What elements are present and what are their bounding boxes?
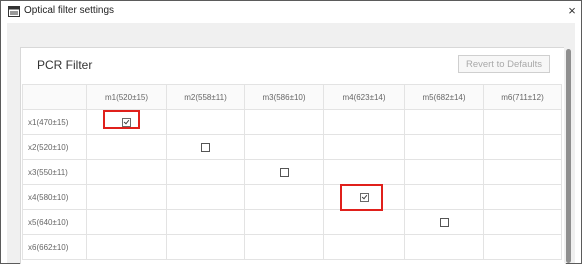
table-row: x5(640±10) bbox=[22, 209, 562, 235]
grid-cell bbox=[166, 109, 245, 135]
grid-cell bbox=[86, 134, 167, 160]
corner-cell bbox=[22, 84, 87, 110]
checked-checkbox[interactable] bbox=[122, 117, 131, 127]
table-row: x3(550±11) bbox=[22, 159, 562, 185]
grid-cell bbox=[404, 159, 484, 185]
column-header-m1: m1(520±15) bbox=[86, 84, 167, 110]
grid-cell bbox=[483, 234, 562, 260]
grid-cell[interactable] bbox=[404, 209, 484, 235]
grid-cell bbox=[86, 234, 167, 260]
grid-cell bbox=[483, 184, 562, 210]
title-bar: Optical filter settings × bbox=[1, 1, 581, 23]
column-header-m2: m2(558±11) bbox=[166, 84, 245, 110]
checkbox[interactable] bbox=[439, 217, 449, 227]
grid-cell bbox=[86, 209, 167, 235]
revert-to-defaults-button[interactable]: Revert to Defaults bbox=[458, 55, 550, 73]
grid-cell bbox=[323, 109, 405, 135]
grid-cell bbox=[404, 109, 484, 135]
grid-cell bbox=[323, 134, 405, 160]
table-row: x6(662±10) bbox=[22, 234, 562, 260]
table-row: x4(580±10) bbox=[22, 184, 562, 210]
grid-cell[interactable] bbox=[86, 109, 167, 135]
row-header: x1(470±15) bbox=[22, 109, 87, 135]
row-header: x3(550±11) bbox=[22, 159, 87, 185]
grid-cell bbox=[244, 134, 324, 160]
grid-cell bbox=[166, 209, 245, 235]
grid-cell bbox=[166, 159, 245, 185]
checkbox[interactable] bbox=[201, 142, 210, 152]
column-header-m5: m5(682±14) bbox=[404, 84, 484, 110]
grid-cell bbox=[404, 184, 484, 210]
grid-cell bbox=[323, 234, 405, 260]
column-header-m4: m4(623±14) bbox=[323, 84, 405, 110]
checkbox[interactable] bbox=[279, 167, 289, 177]
grid-cell bbox=[323, 209, 405, 235]
grid-cell bbox=[483, 159, 562, 185]
checked-checkbox[interactable] bbox=[359, 192, 369, 202]
grid-cell bbox=[483, 209, 562, 235]
window-app-icon bbox=[8, 6, 20, 17]
column-header-m6: m6(711±12) bbox=[483, 84, 562, 110]
grid-cell bbox=[244, 209, 324, 235]
dialog-content: PCR Filter Revert to Defaults m1(520±15)… bbox=[7, 23, 575, 264]
table-row: x2(520±10) bbox=[22, 134, 562, 160]
optical-filter-settings-window: Optical filter settings × PCR Filter Rev… bbox=[0, 0, 582, 264]
table-row: x1(470±15) bbox=[22, 109, 562, 135]
grid-cell bbox=[244, 109, 324, 135]
grid-cell[interactable] bbox=[323, 184, 405, 210]
grid-cell bbox=[86, 184, 167, 210]
row-header: x2(520±10) bbox=[22, 134, 87, 160]
close-button[interactable]: × bbox=[565, 4, 579, 18]
window-title: Optical filter settings bbox=[24, 5, 115, 16]
grid-cell bbox=[323, 159, 405, 185]
grid-cell bbox=[244, 234, 324, 260]
grid-cell bbox=[483, 134, 562, 160]
panel-title: PCR Filter bbox=[37, 58, 93, 72]
row-header: x5(640±10) bbox=[22, 209, 87, 235]
filter-grid: m1(520±15) m2(558±11) m3(586±10) m4(623±… bbox=[22, 84, 562, 260]
grid-cell bbox=[86, 159, 167, 185]
grid-cell[interactable] bbox=[166, 134, 245, 160]
scrollbar-thumb[interactable] bbox=[566, 49, 571, 263]
header-row: m1(520±15) m2(558±11) m3(586±10) m4(623±… bbox=[22, 84, 562, 110]
row-header: x6(662±10) bbox=[22, 234, 87, 260]
grid-cell bbox=[483, 109, 562, 135]
grid-cell bbox=[166, 234, 245, 260]
grid-cell bbox=[404, 134, 484, 160]
grid-cell[interactable] bbox=[244, 159, 324, 185]
row-header: x4(580±10) bbox=[22, 184, 87, 210]
grid-cell bbox=[244, 184, 324, 210]
grid-cell bbox=[404, 234, 484, 260]
column-header-m3: m3(586±10) bbox=[244, 84, 324, 110]
grid-cell bbox=[166, 184, 245, 210]
